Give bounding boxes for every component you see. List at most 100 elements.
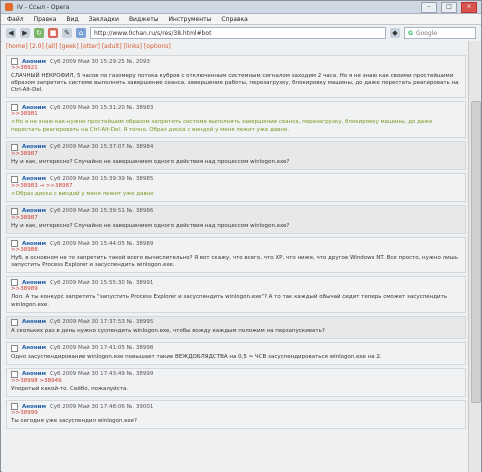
- post-datetime: Суб 2009 Май 30 15:37:07 №. 38984: [50, 144, 154, 151]
- post-checkbox[interactable]: [11, 104, 18, 112]
- menu-help[interactable]: Справка: [221, 16, 247, 23]
- address-text: http://www.0chan.ru/s/res/38.html#bot: [94, 29, 212, 37]
- post-datetime: Суб 2009 Май 30 15:39:51 №. 38986: [50, 208, 154, 215]
- post-reply-link[interactable]: >>38987: [11, 215, 461, 221]
- post-author: Аноним: [22, 371, 46, 378]
- post-checkbox[interactable]: [11, 370, 18, 378]
- post-author: Аноним: [22, 208, 46, 215]
- post-text: Одно засуспендирование winlogon.exe повы…: [11, 353, 382, 360]
- post-author: Аноним: [22, 345, 46, 352]
- post-author: Аноним: [22, 144, 46, 151]
- post-text: Ты сегодня уже засуспендил winlogon.exe?: [11, 418, 137, 425]
- post: Аноним Суб 2009 Май 30 15:39:51 №. 38986 >…: [6, 204, 466, 235]
- menubar: Файл Правка Вид Закладки Виджеты Инструм…: [1, 14, 481, 25]
- edit-icon[interactable]: ✎: [62, 28, 72, 38]
- post-header: Аноним Суб 2009 Май 30 15:37:07 №. 38984: [11, 143, 461, 151]
- board-navigation[interactable]: [home] [2.0] [all] [geek] [otter] [adult…: [2, 41, 470, 52]
- menu-widgets[interactable]: Виджеты: [129, 16, 159, 23]
- post-checkbox[interactable]: [11, 207, 18, 215]
- post: Аноним Суб 2009 Май 30 17:43:49 №. 38999 >…: [6, 367, 466, 398]
- post-reply-link[interactable]: >>38981: [11, 111, 461, 117]
- post-reply-link[interactable]: >>38987: [11, 151, 461, 157]
- forward-icon[interactable]: ▶: [20, 28, 30, 38]
- post-datetime: Суб 2009 Май 30 17:41:05 №. 38998: [50, 345, 154, 352]
- post-author: Аноним: [22, 104, 46, 111]
- post: Аноним Суб 2009 Май 30 17:37:53 №. 38995 А…: [6, 315, 466, 339]
- menu-edit[interactable]: Правка: [34, 16, 57, 23]
- post-text: СЛАЧНЫЙ НЕКРОФИЛ, 5 часов по газомеру по…: [11, 73, 459, 94]
- menu-file[interactable]: Файл: [7, 16, 24, 23]
- post-checkbox[interactable]: [11, 143, 18, 151]
- menu-view[interactable]: Вид: [66, 16, 78, 23]
- post-author: Аноним: [22, 319, 46, 326]
- post: Аноним Суб 2009 Май 30 15:31:20 №. 38983 >…: [6, 101, 466, 138]
- stop-icon[interactable]: ■: [48, 28, 58, 38]
- post-text: Ну и как, интересно? Случайно не заверше…: [11, 222, 290, 229]
- post: Аноним Суб 2009 Май 30 17:48:06 №. 39001 >…: [6, 400, 466, 430]
- post-header: Аноним Суб 2009 Май 30 17:43:49 №. 38999: [11, 370, 461, 378]
- post-header: Аноним Суб 2009 Май 30 17:48:06 №. 39001: [11, 403, 461, 411]
- post: Аноним Суб 2009 Май 30 15:39:39 №. 38985 >…: [6, 172, 466, 202]
- post-header: Аноним Суб 2009 Май 30 15:44:05 №. 38989: [11, 240, 461, 248]
- post-datetime: Суб 2009 Май 30 15:44:05 №. 38989: [50, 240, 154, 247]
- post-author: Аноним: [22, 176, 46, 183]
- posts-container: Аноним Суб 2009 Май 30 15:29:25 №. 2093 >>…: [2, 55, 470, 430]
- post-datetime: Суб 2009 Май 30 17:48:06 №. 39001: [50, 403, 154, 410]
- post-checkbox[interactable]: [11, 240, 18, 248]
- post-checkbox[interactable]: [11, 403, 18, 411]
- menu-tools[interactable]: Инструменты: [168, 16, 211, 23]
- post-datetime: Суб 2009 Май 30 15:31:20 №. 38983: [50, 104, 154, 111]
- post-text: Упоротый какой-то. Сейбо, пожалуйста.: [11, 385, 129, 392]
- vertical-scrollbar[interactable]: [468, 41, 481, 472]
- post-datetime: Суб 2009 Май 30 15:55:30 №. 38991: [50, 279, 154, 286]
- post-datetime: Суб 2009 Май 30 17:37:53 №. 38995: [50, 319, 154, 326]
- post-datetime: Суб 2009 Май 30 15:39:39 №. 38985: [50, 176, 154, 183]
- post: Аноним Суб 2009 Май 30 15:29:25 №. 2093 >>…: [6, 55, 466, 99]
- post-header: Аноним Суб 2009 Май 30 15:39:39 №. 38985: [11, 175, 461, 183]
- search-box[interactable]: G Google: [404, 27, 476, 39]
- post-datetime: Суб 2009 Май 30 15:29:25 №. 2093: [50, 58, 150, 65]
- titlebar: IV - Ссыл - Opera – □ ×: [1, 1, 481, 14]
- reload-icon[interactable]: ↻: [34, 28, 44, 38]
- post-text: А скольких раз в день нужно суспендить w…: [11, 327, 325, 334]
- post-text: Ну и как, интересно? Случайно не заверше…: [11, 158, 290, 165]
- search-label: Google: [415, 29, 438, 37]
- post-header: Аноним Суб 2009 Май 30 15:39:51 №. 38986: [11, 207, 461, 215]
- post-reply-link[interactable]: >>38989: [11, 286, 461, 292]
- post-reply-link[interactable]: >>38999: [11, 410, 461, 416]
- post: Аноним Суб 2009 Май 30 15:44:05 №. 38989 >…: [6, 237, 466, 274]
- search-engine-icon: G: [408, 29, 413, 37]
- post-text: Нуб, в основном не то запретить такой вс…: [11, 255, 458, 269]
- post-reply-link[interactable]: >>38921: [11, 65, 461, 71]
- post-reply-link[interactable]: >>38983 → >>38987: [11, 183, 461, 189]
- post: Аноним Суб 2009 Май 30 17:41:05 №. 38998 О…: [6, 341, 466, 365]
- address-bar[interactable]: http://www.0chan.ru/s/res/38.html#bot: [90, 27, 386, 39]
- post-checkbox[interactable]: [11, 344, 18, 352]
- post-author: Аноним: [22, 403, 46, 410]
- post-checkbox[interactable]: [11, 58, 18, 65]
- home-icon[interactable]: ⌂: [76, 28, 86, 38]
- post-checkbox[interactable]: [11, 175, 18, 183]
- opera-icon: [5, 3, 13, 11]
- minimize-button[interactable]: –: [421, 1, 437, 13]
- scrollbar-thumb[interactable]: [471, 101, 481, 403]
- post-checkbox[interactable]: [11, 279, 18, 287]
- back-icon[interactable]: ◀: [6, 28, 16, 38]
- post-header: Аноним Суб 2009 Май 30 15:55:30 №. 38991: [11, 279, 461, 287]
- post-checkbox[interactable]: [11, 318, 18, 326]
- navigation-toolbar: ◀ ▶ ↻ ■ ✎ ⌂ http://www.0chan.ru/s/res/38…: [1, 25, 481, 42]
- close-button[interactable]: ×: [461, 1, 477, 13]
- post-author: Аноним: [22, 279, 46, 286]
- post-datetime: Суб 2009 Май 30 17:43:49 №. 38999: [50, 371, 154, 378]
- post-header: Аноним Суб 2009 Май 30 15:31:20 №. 38983: [11, 104, 461, 112]
- post-reply-link[interactable]: >>38988: [11, 247, 461, 253]
- post: Аноним Суб 2009 Май 30 15:55:30 №. 38991 >…: [6, 276, 466, 313]
- page-content: [home] [2.0] [all] [geek] [otter] [adult…: [2, 41, 470, 472]
- post-reply-link[interactable]: >>38998 >38949: [11, 378, 461, 384]
- post-author: Аноним: [22, 240, 46, 247]
- window-title: IV - Ссыл - Opera: [17, 3, 70, 11]
- maximize-button[interactable]: □: [441, 1, 457, 13]
- feed-icon[interactable]: ◆: [390, 28, 400, 38]
- menu-bookmarks[interactable]: Закладки: [89, 16, 119, 23]
- post-author: Аноним: [22, 58, 46, 65]
